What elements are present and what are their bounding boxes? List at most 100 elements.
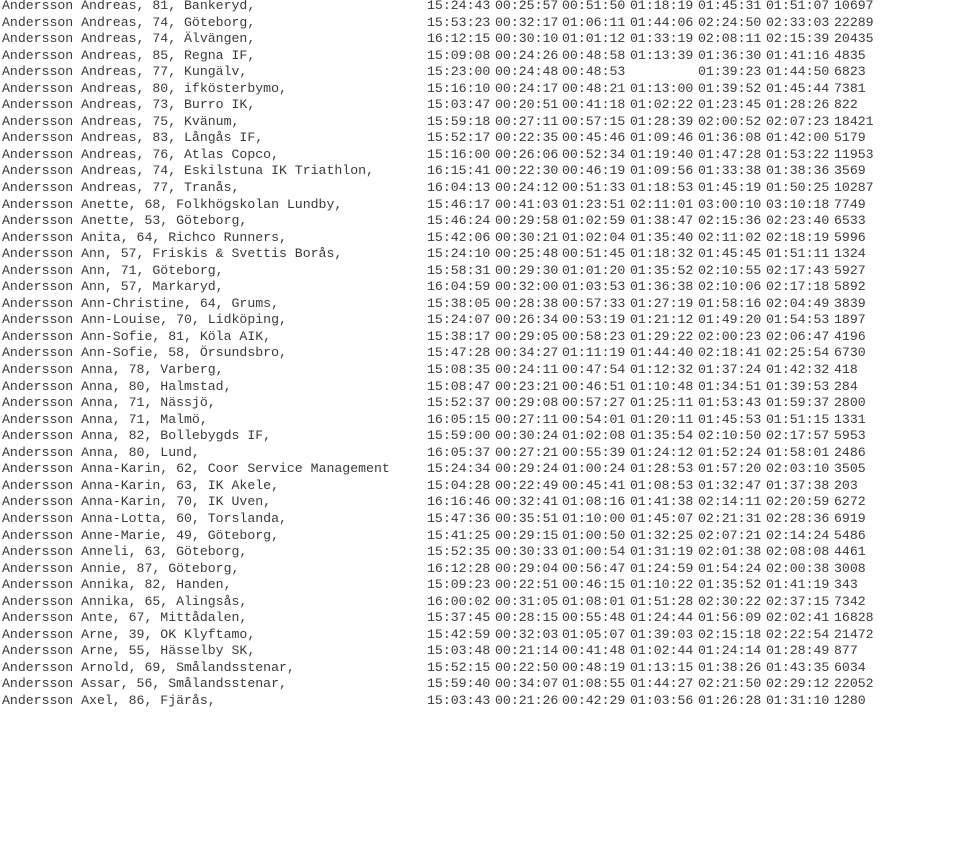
participant-name: Andersson Annie, 87, Göteborg,	[2, 560, 240, 576]
participant-name: Andersson Andreas, 77, Tranås,	[2, 180, 240, 196]
result-row: Andersson Anna, 80, Halmstad, 15:08:47 0…	[0, 379, 960, 396]
result-row: Andersson Andreas, 74, Göteborg, 15:53:2…	[0, 15, 960, 32]
placement: 7342	[834, 593, 866, 609]
split-3-time: 01:20:11	[630, 411, 694, 427]
split-1-time: 00:29:08	[495, 395, 559, 411]
participant-name: Andersson Anna-Lotta, 60, Torslanda,	[2, 510, 287, 526]
split-2-time: 00:45:46	[562, 130, 626, 146]
split-2-time: 00:55:48	[562, 610, 626, 626]
split-2-time: 01:23:51	[562, 196, 626, 212]
start-time: 15:16:10	[427, 80, 491, 96]
split-2-time: 00:46:19	[562, 163, 626, 179]
start-time: 16:15:41	[427, 163, 491, 179]
finish-time: 02:06:47	[766, 328, 830, 344]
finish-time: 01:42:32	[766, 362, 830, 378]
start-time: 16:12:15	[427, 31, 491, 47]
start-time: 16:05:37	[427, 444, 491, 460]
participant-name: Andersson Ann-Sofie, 81, Köla AIK,	[2, 328, 272, 344]
split-4-time: 02:00:23	[698, 328, 762, 344]
placement: 4196	[834, 328, 866, 344]
split-3-time: 01:24:59	[630, 560, 694, 576]
start-time: 15:24:07	[427, 312, 491, 328]
split-1-time: 00:27:11	[495, 113, 559, 129]
split-2-time: 00:48:58	[562, 47, 626, 63]
result-row: Andersson Arne, 55, Hässelby SK, 15:03:4…	[0, 643, 960, 660]
start-time: 16:12:28	[427, 560, 491, 576]
finish-time: 02:22:54	[766, 626, 830, 642]
split-1-time: 00:29:04	[495, 560, 559, 576]
result-row: Andersson Ann-Louise, 70, Lidköping, 15:…	[0, 312, 960, 329]
split-4-time: 01:33:38	[698, 163, 762, 179]
split-1-time: 00:30:33	[495, 544, 559, 560]
placement: 2800	[834, 395, 866, 411]
split-2-time: 00:47:54	[562, 362, 626, 378]
split-3-time: 01:24:44	[630, 610, 694, 626]
split-1-time: 00:22:51	[495, 577, 559, 593]
split-1-time: 00:31:05	[495, 593, 559, 609]
participant-name: Andersson Anna-Karin, 63, IK Akele,	[2, 477, 279, 493]
split-1-time: 00:34:27	[495, 345, 559, 361]
participant-name: Andersson Andreas, 77, Kungälv,	[2, 64, 248, 80]
split-3-time: 01:45:07	[630, 510, 694, 526]
participant-name: Andersson Andreas, 74, Älvängen,	[2, 31, 256, 47]
split-1-time: 00:32:03	[495, 626, 559, 642]
split-3-time: 01:51:28	[630, 593, 694, 609]
start-time: 15:52:35	[427, 544, 491, 560]
split-2-time: 00:45:41	[562, 477, 626, 493]
split-3-time: 01:03:56	[630, 692, 694, 708]
start-time: 15:59:00	[427, 428, 491, 444]
finish-time: 02:07:23	[766, 113, 830, 129]
start-time: 15:38:17	[427, 328, 491, 344]
finish-time: 02:03:10	[766, 461, 830, 477]
result-row: Andersson Annika, 82, Handen, 15:09:23 0…	[0, 577, 960, 594]
participant-name: Andersson Andreas, 80, ifkösterbymo,	[2, 80, 287, 96]
split-2-time: 00:48:21	[562, 80, 626, 96]
placement: 6533	[834, 213, 866, 229]
start-time: 15:42:06	[427, 229, 491, 245]
placement: 3505	[834, 461, 866, 477]
start-time: 15:52:17	[427, 130, 491, 146]
placement: 203	[834, 477, 858, 493]
split-1-time: 00:25:57	[495, 0, 559, 13]
split-2-time: 01:10:00	[562, 510, 626, 526]
placement: 16828	[834, 610, 874, 626]
start-time: 15:03:48	[427, 643, 491, 659]
split-3-time: 01:09:46	[630, 130, 694, 146]
participant-name: Andersson Annika, 65, Alingsås,	[2, 593, 248, 609]
split-1-time: 00:22:50	[495, 659, 559, 675]
split-3-time: 01:13:15	[630, 659, 694, 675]
split-3-time: 01:33:19	[630, 31, 694, 47]
split-4-time: 01:45:53	[698, 411, 762, 427]
placement: 4461	[834, 544, 866, 560]
split-4-time: 02:15:36	[698, 213, 762, 229]
start-time: 15:42:59	[427, 626, 491, 642]
start-time: 15:46:24	[427, 213, 491, 229]
placement: 6823	[834, 64, 866, 80]
split-3-time: 01:35:40	[630, 229, 694, 245]
split-3-time: 01:36:38	[630, 279, 694, 295]
result-row: Andersson Andreas, 77, Tranås, 16:04:13 …	[0, 180, 960, 197]
split-4-time: 02:18:41	[698, 345, 762, 361]
split-2-time: 00:46:15	[562, 577, 626, 593]
split-2-time: 00:54:01	[562, 411, 626, 427]
split-4-time: 01:36:30	[698, 47, 762, 63]
result-row: Andersson Andreas, 73, Burro IK, 15:03:4…	[0, 97, 960, 114]
placement: 822	[834, 97, 858, 113]
finish-time: 01:59:37	[766, 395, 830, 411]
split-3-time: 01:28:39	[630, 113, 694, 129]
finish-time: 02:02:41	[766, 610, 830, 626]
split-2-time: 00:53:19	[562, 312, 626, 328]
placement: 343	[834, 577, 858, 593]
split-4-time: 02:21:50	[698, 676, 762, 692]
split-2-time: 00:57:15	[562, 113, 626, 129]
placement: 3839	[834, 295, 866, 311]
split-4-time: 02:11:02	[698, 229, 762, 245]
finish-time: 01:28:49	[766, 643, 830, 659]
split-3-time: 01:02:44	[630, 643, 694, 659]
split-3-time: 01:38:47	[630, 213, 694, 229]
split-2-time: 01:05:07	[562, 626, 626, 642]
split-3-time: 01:44:27	[630, 676, 694, 692]
participant-name: Andersson Anna-Karin, 62, Coor Service M…	[2, 461, 390, 477]
start-time: 15:37:45	[427, 610, 491, 626]
participant-name: Andersson Arnold, 69, Smålandsstenar,	[2, 659, 295, 675]
